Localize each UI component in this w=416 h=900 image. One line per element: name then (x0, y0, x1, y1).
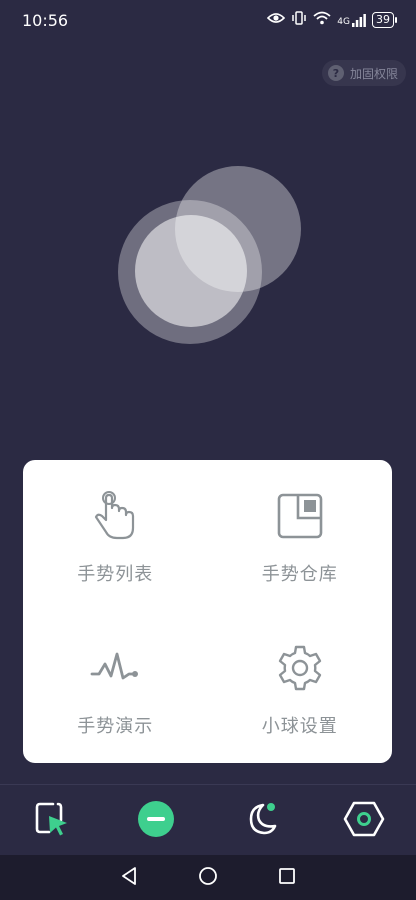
moon-icon (241, 800, 279, 842)
back-triangle-icon (120, 866, 138, 890)
hexagon-settings-icon (343, 800, 385, 842)
gesture-list-button[interactable]: 手势列表 (23, 460, 208, 612)
back-button[interactable] (113, 862, 145, 894)
gesture-demo-button[interactable]: 手势演示 (23, 612, 208, 764)
minus-circle-icon (137, 800, 175, 842)
nav-night-mode-button[interactable] (236, 797, 284, 845)
gesture-store-button[interactable]: 手势仓库 (208, 460, 393, 612)
gesture-store-label: 手势仓库 (261, 564, 338, 585)
gesture-list-label: 手势列表 (77, 564, 154, 585)
bottom-nav (0, 784, 416, 856)
gear-icon (272, 640, 328, 696)
gesture-demo-label: 手势演示 (77, 715, 154, 737)
nav-toggle-ball-button[interactable] (132, 797, 180, 845)
hand-pointer-icon (87, 488, 143, 544)
ball-settings-label: 小球设置 (261, 715, 338, 737)
home-button[interactable] (192, 862, 224, 894)
ball-settings-button[interactable]: 小球设置 (208, 612, 393, 764)
gesture-wave-icon (87, 640, 143, 696)
recents-button[interactable] (271, 862, 303, 894)
gesture-store-icon (272, 488, 328, 544)
nav-settings-button[interactable] (340, 797, 388, 845)
system-nav-bar (0, 855, 416, 900)
ball-shadow (175, 166, 301, 292)
select-cursor-icon (33, 800, 71, 842)
recents-square-icon (278, 867, 296, 889)
floating-ball-preview (118, 166, 301, 344)
home-circle-icon (198, 866, 218, 890)
nav-select-button[interactable] (28, 797, 76, 845)
feature-card: 手势列表 手势仓库 手势演示 小球设置 (23, 460, 392, 763)
